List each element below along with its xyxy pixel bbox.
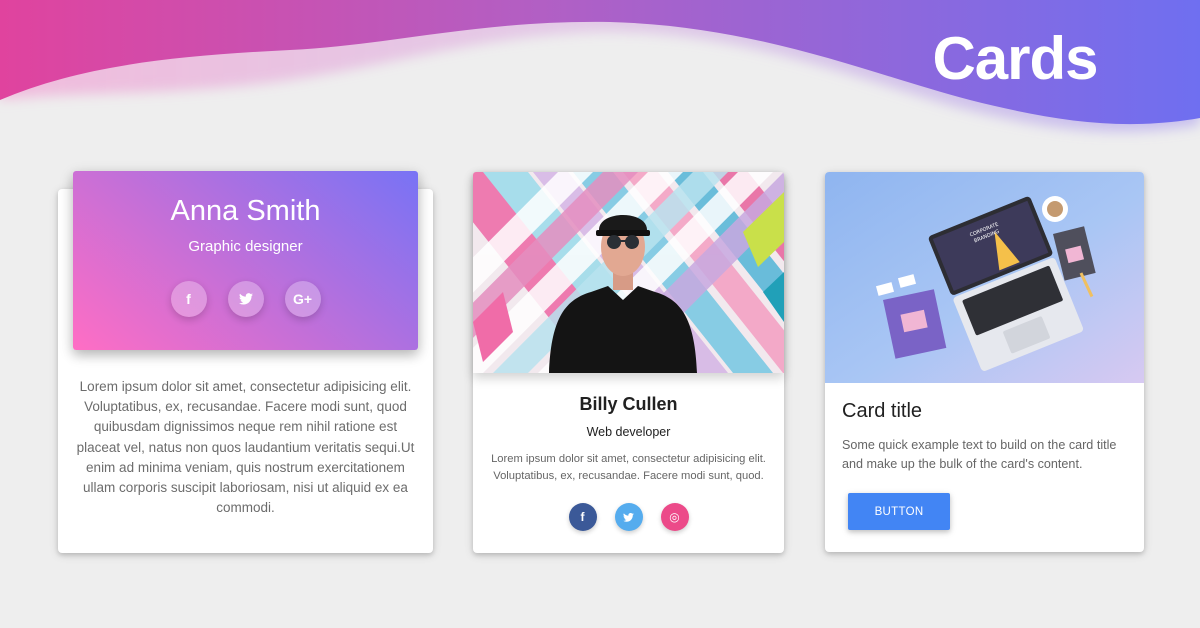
profile-role: Graphic designer [188, 238, 303, 255]
team-member-name: Billy Cullen [579, 394, 678, 414]
dribbble-icon[interactable]: ◎ [660, 503, 689, 531]
facebook-icon[interactable]: f [170, 281, 207, 317]
profile-name: Anna Smith [170, 195, 321, 227]
card-button[interactable]: BUTTON [848, 493, 950, 530]
card-image: CORPORATE BRANDING [825, 172, 1144, 383]
google-plus-icon[interactable]: G+ [284, 281, 321, 317]
team-member-description: Lorem ipsum dolor sit amet, consectetur … [491, 453, 766, 482]
team-card-image [473, 172, 784, 373]
basic-card: CORPORATE BRANDING Card title Some quick… [825, 172, 1144, 552]
team-social-links: f ◎ [473, 503, 784, 531]
twitter-icon[interactable] [614, 503, 643, 531]
profile-description: Lorem ipsum dolor sit amet, consectetur … [76, 379, 415, 516]
team-member-role: Web developer [586, 425, 671, 439]
twitter-icon[interactable] [227, 281, 264, 317]
profile-card-header: Anna Smith Graphic designer f G+ [73, 171, 418, 350]
team-card: Billy Cullen Web developer Lorem ipsum d… [473, 172, 784, 553]
facebook-icon[interactable]: f [568, 503, 597, 531]
card-text: Some quick example text to build on the … [842, 438, 1117, 471]
card-title: Card title [842, 400, 923, 422]
page-title: Cards [932, 25, 1098, 92]
profile-social-links: f G+ [73, 281, 418, 317]
